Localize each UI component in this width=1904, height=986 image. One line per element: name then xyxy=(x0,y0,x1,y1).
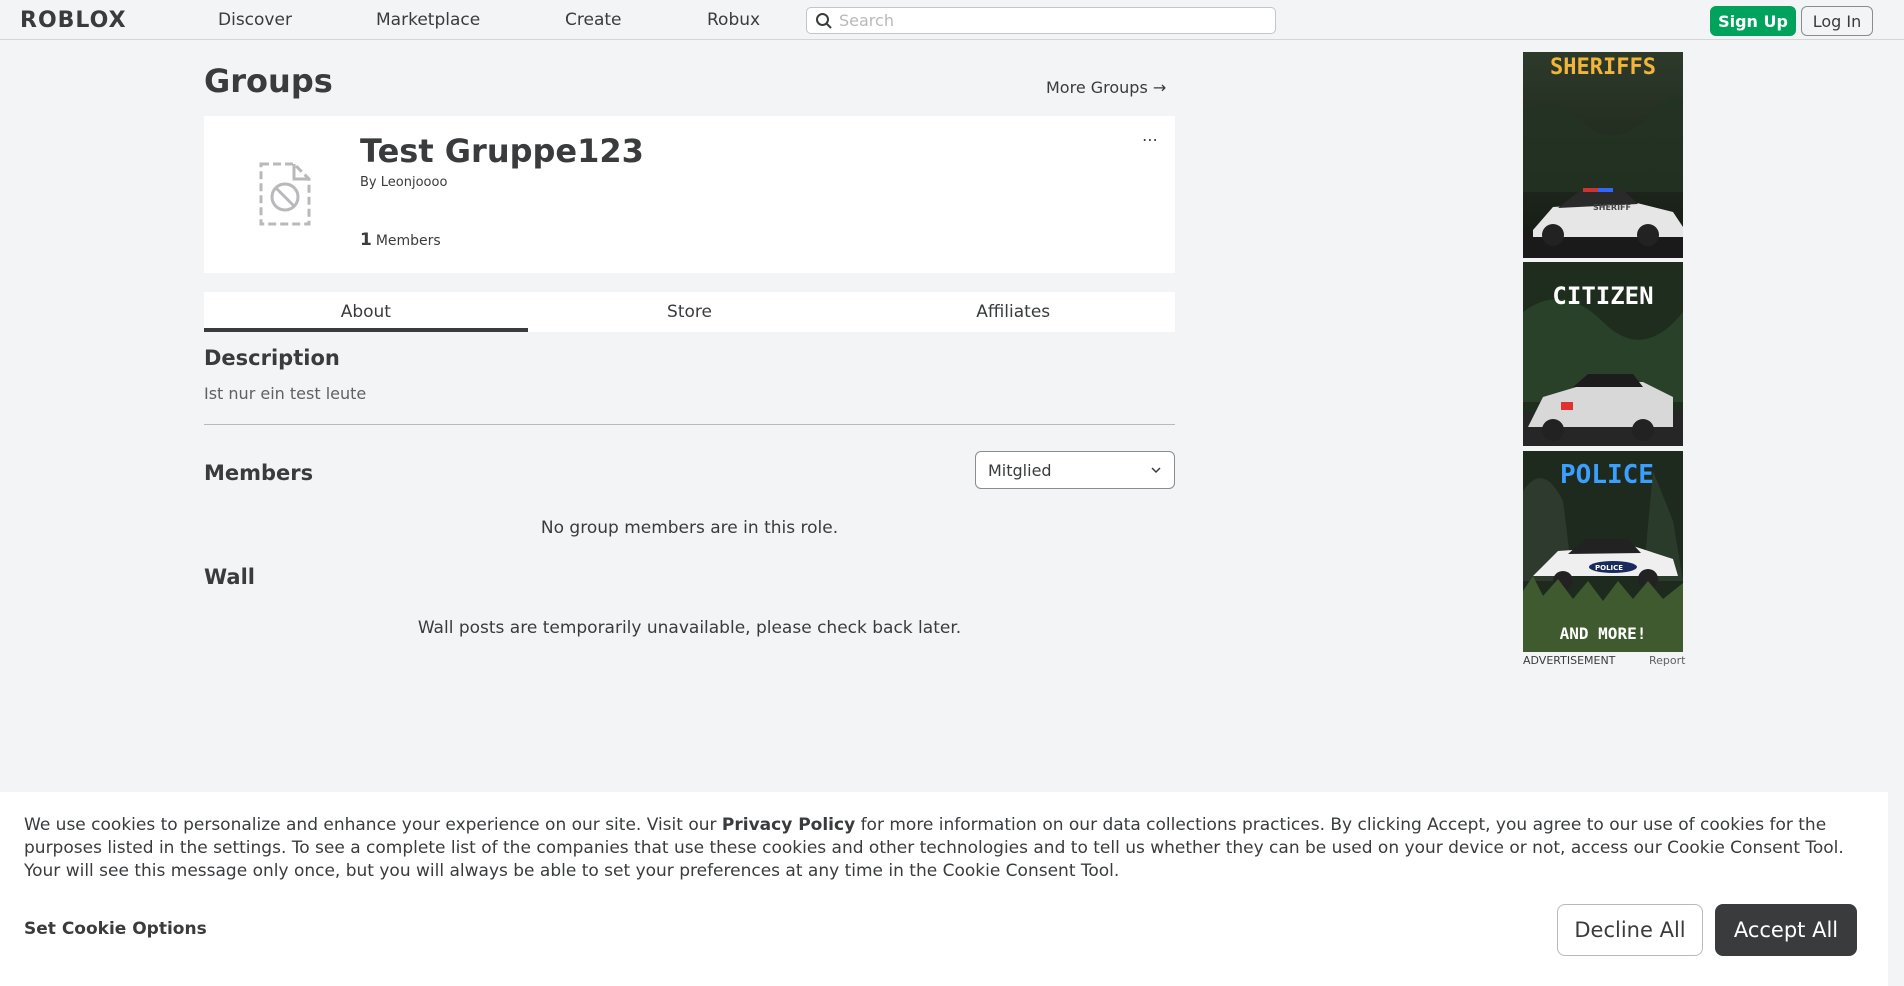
cookie-text-before: We use cookies to personalize and enhanc… xyxy=(24,815,722,835)
nav-link-discover[interactable]: Discover xyxy=(218,10,292,30)
tab-affiliates[interactable]: Affiliates xyxy=(851,292,1175,332)
nav-link-robux[interactable]: Robux xyxy=(707,10,760,30)
ad-panel-citizen: CITIZEN xyxy=(1523,262,1683,446)
set-cookie-options-link[interactable]: Set Cookie Options xyxy=(24,919,207,939)
wall-unavailable-message: Wall posts are temporarily unavailable, … xyxy=(417,618,962,638)
group-owner-prefix: By xyxy=(360,175,377,190)
decline-all-button[interactable]: Decline All xyxy=(1557,904,1703,956)
description-heading: Description xyxy=(204,346,340,370)
nav-link-create[interactable]: Create xyxy=(565,10,622,30)
ad-panel-police: POLICE POLICE AND MORE! xyxy=(1523,451,1683,652)
nav-link-marketplace[interactable]: Marketplace xyxy=(376,10,480,30)
search-icon xyxy=(816,13,832,29)
group-name: Test Gruppe123 xyxy=(360,132,644,170)
report-ad-link[interactable]: Report xyxy=(1649,654,1685,667)
no-members-message: No group members are in this role. xyxy=(540,518,839,538)
ad-panel-title-citizen: CITIZEN xyxy=(1552,282,1653,310)
group-header-card: Test Gruppe123 By Leonjoooo 1 Members ⋯ xyxy=(204,116,1175,273)
search-box[interactable] xyxy=(806,7,1276,34)
ad-panel-sheriffs: SHERIFF SHERIFFS xyxy=(1523,52,1683,258)
top-navigation: ROBLOX Discover Marketplace Create Robux… xyxy=(0,0,1904,40)
group-member-count: 1 Members xyxy=(360,230,441,250)
cookie-consent-banner: We use cookies to personalize and enhanc… xyxy=(0,792,1888,986)
more-groups-link[interactable]: More Groups → xyxy=(1046,78,1166,97)
group-placeholder-icon xyxy=(259,162,311,226)
group-owner-line: By Leonjoooo xyxy=(360,175,447,190)
ad-tagline: AND MORE! xyxy=(1560,624,1647,643)
advertisement-label: ADVERTISEMENT xyxy=(1523,654,1616,667)
more-options-icon[interactable]: ⋯ xyxy=(1142,130,1158,149)
ad-panel-title-sheriffs: SHERIFFS xyxy=(1550,55,1656,80)
accept-all-button[interactable]: Accept All xyxy=(1715,904,1857,956)
group-tabs: About Store Affiliates xyxy=(204,292,1175,332)
wall-heading: Wall xyxy=(204,565,255,589)
role-dropdown-value: Mitglied xyxy=(988,461,1052,480)
ad-car-label: SHERIFF xyxy=(1593,203,1631,212)
member-count-value: 1 xyxy=(360,230,372,250)
ad-car-label-2: POLICE xyxy=(1595,564,1623,572)
tab-store[interactable]: Store xyxy=(528,292,852,332)
tab-about[interactable]: About xyxy=(204,292,528,332)
privacy-policy-link[interactable]: Privacy Policy xyxy=(722,815,855,835)
group-owner-link[interactable]: Leonjoooo xyxy=(381,175,448,190)
search-input[interactable] xyxy=(839,10,1259,31)
chevron-down-icon xyxy=(1151,467,1161,474)
log-in-button[interactable]: Log In xyxy=(1801,6,1873,36)
ad-panel-title-police: POLICE xyxy=(1560,460,1654,490)
members-heading: Members xyxy=(204,461,314,485)
role-dropdown[interactable]: Mitglied xyxy=(975,451,1175,489)
page-title: Groups xyxy=(204,62,333,100)
cookie-notice-text: We use cookies to personalize and enhanc… xyxy=(24,814,1874,883)
member-count-label: Members xyxy=(375,233,441,249)
sign-up-button[interactable]: Sign Up xyxy=(1710,6,1796,36)
advertisement-banner[interactable]: SHERIFF SHERIFFS CITIZEN POLICE POLICE A… xyxy=(1523,52,1683,652)
roblox-logo[interactable]: ROBLOX xyxy=(20,8,127,33)
description-text: Ist nur ein test leute xyxy=(204,384,367,403)
section-divider xyxy=(204,424,1175,425)
